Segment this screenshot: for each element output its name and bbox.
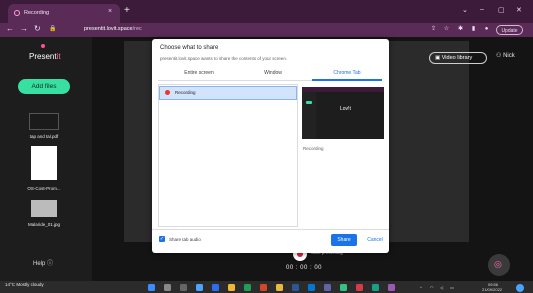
video-library-button[interactable]: ▣ Video library bbox=[429, 52, 487, 64]
cancel-button[interactable]: Cancel bbox=[363, 234, 387, 246]
weather-widget[interactable]: 14°C Mostly cloudy bbox=[5, 282, 44, 287]
close-window-button[interactable]: ✕ bbox=[516, 6, 522, 14]
reload-icon[interactable]: ↻ bbox=[34, 24, 41, 34]
maximize-button[interactable]: ▢ bbox=[498, 6, 505, 14]
browser-toolbar bbox=[0, 23, 533, 37]
app-icon[interactable] bbox=[388, 284, 395, 291]
recording-icon bbox=[14, 10, 20, 16]
extensions-icon[interactable]: ✱ bbox=[457, 26, 464, 33]
preview-label: Recording bbox=[303, 146, 324, 151]
user-menu[interactable]: ⚇ Nick bbox=[496, 52, 515, 59]
logo-dot-icon bbox=[41, 44, 45, 48]
user-name: Nick bbox=[503, 53, 515, 59]
address-bar[interactable]: presentit.lovit.space/rec bbox=[84, 26, 142, 32]
sidepanel-icon[interactable]: ▮ bbox=[470, 26, 477, 33]
volume-icon[interactable]: ◁ bbox=[440, 285, 443, 290]
share-audio-label: Share tab audio bbox=[169, 237, 201, 242]
document-icon[interactable] bbox=[31, 146, 57, 180]
tab-entire-screen[interactable]: Entire screen bbox=[164, 70, 234, 76]
dialog-subtitle: presentit.lovit.space wants to share the… bbox=[160, 56, 288, 61]
tab-chrome-tab[interactable]: Chrome Tab bbox=[312, 70, 382, 76]
footer-divider bbox=[152, 229, 389, 230]
file-name[interactable]: OS-Cost-Prom... bbox=[4, 186, 84, 191]
dialog-title: Choose what to share bbox=[160, 45, 219, 51]
chrome-icon[interactable] bbox=[276, 284, 283, 291]
logo-suffix: it bbox=[56, 52, 61, 61]
share-button[interactable]: Share bbox=[331, 234, 357, 246]
app-icon[interactable] bbox=[356, 284, 363, 291]
file-name[interactable]: Malaride_01.jpg bbox=[4, 222, 84, 227]
app-icon[interactable] bbox=[372, 284, 379, 291]
edge-icon[interactable] bbox=[212, 284, 219, 291]
add-files-button[interactable]: Add files bbox=[18, 79, 70, 94]
profile-icon[interactable]: ● bbox=[483, 26, 490, 33]
recording-favicon-icon bbox=[165, 90, 170, 95]
start-icon[interactable] bbox=[148, 284, 155, 291]
weather-temp: 14°C bbox=[5, 282, 16, 287]
preview-sidebar bbox=[302, 92, 316, 139]
help-button[interactable]: Help ⓘ bbox=[33, 258, 53, 267]
share-audio-checkbox[interactable]: ✓ bbox=[159, 236, 165, 242]
logo-text: Present bbox=[29, 52, 57, 61]
task-view-icon[interactable] bbox=[180, 284, 187, 291]
video-library-icon: ▣ bbox=[435, 55, 441, 61]
list-item-label: Recording bbox=[175, 90, 196, 95]
lock-icon: 🔒 bbox=[49, 26, 57, 32]
powerpoint-icon[interactable] bbox=[260, 284, 267, 291]
file-name[interactable]: tap and tal.pdf bbox=[4, 134, 84, 139]
url-host: presentit.lovit.space bbox=[84, 26, 133, 32]
question-icon: ⓘ bbox=[47, 261, 54, 267]
excel-icon[interactable] bbox=[244, 284, 251, 291]
tab-window[interactable]: Window bbox=[238, 70, 308, 76]
outlook-icon[interactable] bbox=[308, 284, 315, 291]
preview-logo: Lov!t bbox=[340, 106, 351, 112]
chat-icon: ◎ bbox=[494, 259, 502, 269]
url-path: /rec bbox=[132, 26, 142, 32]
teams-icon[interactable] bbox=[324, 284, 331, 291]
tab-close-icon[interactable]: × bbox=[108, 8, 112, 15]
share-page-icon[interactable]: ⇪ bbox=[430, 26, 437, 33]
tab-title: Recording bbox=[24, 10, 50, 16]
help-label: Help bbox=[33, 261, 46, 267]
video-library-label: Video library bbox=[441, 55, 473, 61]
tab-search-icon[interactable]: ⌄ bbox=[462, 6, 468, 14]
active-tab-indicator bbox=[312, 79, 382, 81]
bookmark-star-icon[interactable]: ☆ bbox=[443, 26, 450, 33]
tab-list bbox=[158, 84, 298, 227]
search-icon[interactable] bbox=[164, 284, 171, 291]
word-icon[interactable] bbox=[292, 284, 299, 291]
weather-text: Mostly cloudy bbox=[16, 282, 44, 287]
list-item[interactable]: Recording bbox=[159, 86, 297, 100]
widgets-icon[interactable] bbox=[196, 284, 203, 291]
dark-slide-icon[interactable] bbox=[29, 113, 59, 130]
update-button[interactable]: Update bbox=[496, 25, 523, 35]
preview-button bbox=[306, 101, 312, 104]
app-icon[interactable] bbox=[340, 284, 347, 291]
app-logo: Presentit bbox=[29, 52, 61, 61]
notification-icon[interactable] bbox=[516, 284, 524, 292]
clock-date[interactable]: 21/09/2022 bbox=[482, 287, 502, 292]
tab-preview: Lov!t bbox=[302, 87, 384, 139]
battery-icon[interactable]: ▭ bbox=[450, 285, 454, 290]
chat-button[interactable]: ◎ bbox=[488, 254, 510, 276]
back-icon[interactable]: ← bbox=[6, 24, 14, 34]
user-icon: ⚇ bbox=[496, 53, 502, 59]
new-tab-button[interactable]: + bbox=[124, 6, 130, 16]
minimize-button[interactable]: – bbox=[480, 6, 484, 13]
wifi-icon[interactable]: ◠ bbox=[430, 285, 434, 290]
forward-icon[interactable]: → bbox=[20, 24, 28, 34]
explorer-icon[interactable] bbox=[228, 284, 235, 291]
recording-timer: 00 : 00 : 00 bbox=[286, 265, 323, 271]
image-icon[interactable] bbox=[31, 200, 57, 217]
tray-chevron-icon[interactable]: ^ bbox=[420, 285, 422, 290]
browser-tab[interactable]: Recording × bbox=[8, 4, 120, 23]
